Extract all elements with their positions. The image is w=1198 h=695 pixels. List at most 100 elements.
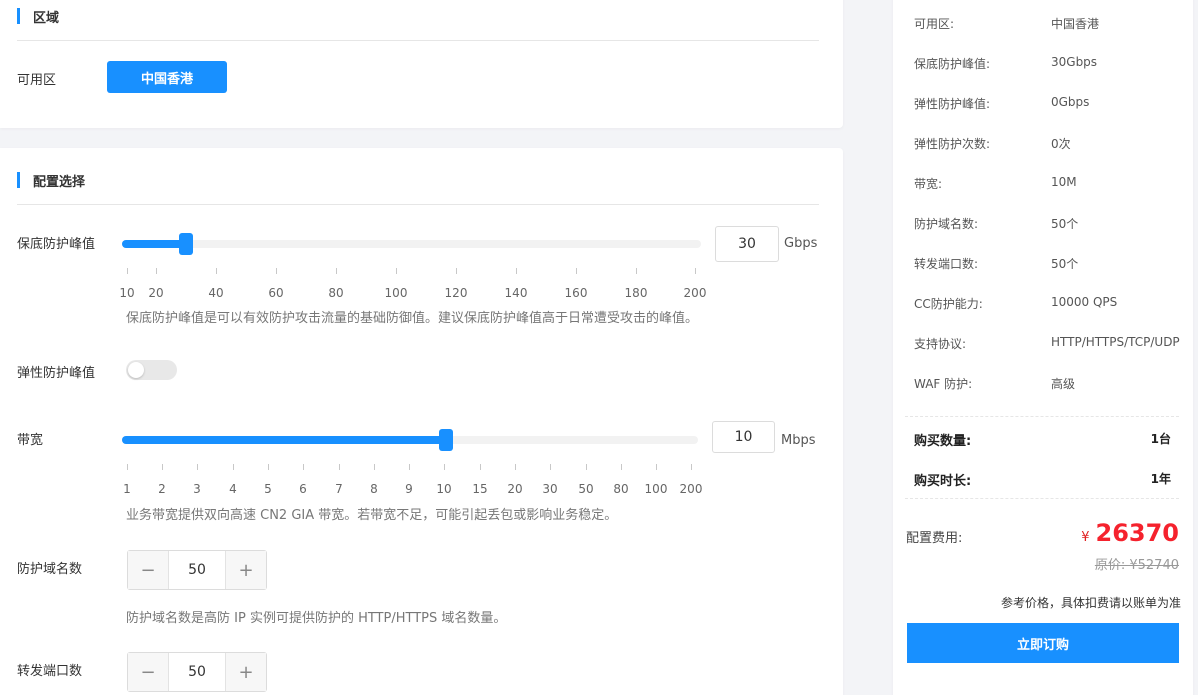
elastic-protection-toggle[interactable] xyxy=(126,360,177,380)
currency-symbol: ¥ xyxy=(1081,530,1090,545)
slider-tick-label: 120 xyxy=(444,286,468,300)
slider-tick xyxy=(276,268,277,274)
summary-row-key: 可用区: xyxy=(914,17,955,31)
slider-tick-label: 40 xyxy=(208,286,224,300)
domains-stepper: − 50 + xyxy=(127,550,267,590)
slider-tick xyxy=(621,464,622,470)
bandwidth-label: 带宽 xyxy=(17,433,44,448)
slider-tick-label: 3 xyxy=(193,482,201,496)
slider-tick-label: 160 xyxy=(564,286,588,300)
summary-divider xyxy=(905,498,1179,499)
slider-tick xyxy=(409,464,410,470)
slider-tick xyxy=(374,464,375,470)
base-protection-ticks: 10 20 40 60 80 100 120 140 160 180 200 xyxy=(119,268,706,300)
slider-tick xyxy=(339,464,340,470)
slider-tick-label: 80 xyxy=(613,482,629,496)
summary-row-value: HTTP/HTTPS/TCP/UDP xyxy=(1051,335,1180,349)
slider-tick xyxy=(516,268,517,274)
config-card: 配置选择 保底防护峰值 Gbps 10204060801001201401601… xyxy=(0,148,843,695)
slider-tick xyxy=(127,268,128,274)
slider-tick-label: 4 xyxy=(229,482,237,496)
zone-hongkong-button[interactable]: 中国香港 xyxy=(107,61,227,93)
region-card: 区域 可用区 中国香港 xyxy=(0,0,843,128)
slider-tick xyxy=(162,464,163,470)
quantity-label: 购买数量: xyxy=(914,434,972,449)
slider-tick-label: 30 xyxy=(542,482,558,496)
slider-tick-label: 80 xyxy=(328,286,344,300)
slider-tick-label: 6 xyxy=(299,482,307,496)
price-amount: 26370 xyxy=(1095,519,1180,547)
bandwidth-value-input[interactable] xyxy=(712,421,775,453)
bandwidth-slider-fill xyxy=(122,436,446,444)
domains-label: 防护域名数 xyxy=(17,562,83,577)
bandwidth-description: 业务带宽提供双向高速 CN2 GIA 带宽。若带宽不足，可能引起丢包或影响业务稳… xyxy=(126,508,618,523)
slider-tick-label: 7 xyxy=(335,482,343,496)
region-section-title: 区域 xyxy=(33,10,60,26)
slider-tick xyxy=(444,464,445,470)
price: ¥ 26370 xyxy=(1081,519,1179,547)
summary-row-key: 防护域名数: xyxy=(914,217,979,231)
slider-tick-label: 9 xyxy=(405,482,413,496)
base-protection-value-input[interactable] xyxy=(715,226,779,262)
region-divider xyxy=(17,40,819,41)
bandwidth-slider[interactable] xyxy=(122,429,698,451)
order-now-button[interactable]: 立即订购 xyxy=(907,623,1179,663)
ports-increment-button[interactable]: + xyxy=(226,653,266,691)
bandwidth-unit: Mbps xyxy=(781,433,816,448)
domains-decrement-button[interactable]: − xyxy=(128,551,168,589)
slider-tick xyxy=(156,268,157,274)
ports-decrement-button[interactable]: − xyxy=(128,653,168,691)
slider-tick-label: 2 xyxy=(158,482,166,496)
slider-tick-label: 20 xyxy=(507,482,523,496)
slider-tick-label: 100 xyxy=(644,482,668,496)
config-section-title: 配置选择 xyxy=(33,174,86,190)
summary-row-value: 中国香港 xyxy=(1051,17,1100,31)
slider-tick xyxy=(216,268,217,274)
slider-tick xyxy=(636,268,637,274)
summary-row-key: 支持协议: xyxy=(914,337,967,351)
slider-tick-label: 200 xyxy=(679,482,703,496)
slider-tick xyxy=(656,464,657,470)
bandwidth-slider-handle[interactable] xyxy=(439,429,453,451)
slider-tick xyxy=(515,464,516,470)
summary-row-key: 弹性防护峰值: xyxy=(914,97,991,111)
domains-increment-button[interactable]: + xyxy=(226,551,266,589)
bandwidth-ticks: 1 2 3 4 5 6 7 8 9 10 15 20 30 50 80 100 200 xyxy=(123,464,702,496)
summary-row-key: WAF 防护: xyxy=(914,377,973,391)
duration-value: 1年 xyxy=(1150,472,1171,486)
slider-tick xyxy=(456,268,457,274)
summary-row-key: 转发端口数: xyxy=(914,257,979,271)
summary-row-value: 30Gbps xyxy=(1051,55,1098,69)
config-divider xyxy=(17,204,819,205)
summary-row-value: 10M xyxy=(1051,175,1077,189)
slider-tick xyxy=(550,464,551,470)
duration-label: 购买时长: xyxy=(914,474,972,489)
zone-label: 可用区 xyxy=(17,73,57,88)
ports-value[interactable]: 50 xyxy=(168,653,226,691)
ports-label: 转发端口数 xyxy=(17,664,83,679)
summary-row-key: 带宽: xyxy=(914,177,943,191)
quantity-row: 购买数量: 1台 xyxy=(914,430,1171,449)
toggle-knob xyxy=(128,362,144,378)
slider-tick xyxy=(127,464,128,470)
duration-row: 购买时长: 1年 xyxy=(914,470,1171,489)
price-note: 参考价格，具体扣费请以账单为准 xyxy=(1000,596,1181,610)
slider-tick xyxy=(268,464,269,470)
slider-tick-label: 8 xyxy=(370,482,378,496)
slider-tick xyxy=(336,268,337,274)
base-protection-slider-handle[interactable] xyxy=(179,233,193,255)
slider-tick xyxy=(303,464,304,470)
config-section-header: 配置选择 xyxy=(17,172,86,190)
domains-value[interactable]: 50 xyxy=(168,551,226,589)
summary-row-key: 弹性防护次数: xyxy=(914,137,991,151)
quantity-value: 1台 xyxy=(1150,432,1171,446)
summary-row-value: 50个 xyxy=(1051,217,1079,231)
slider-tick-label: 50 xyxy=(578,482,594,496)
summary-row-value: 0次 xyxy=(1051,137,1071,151)
order-summary-card: 可用区: 中国香港 保底防护峰值: 30Gbps 弹性防护峰值: 0Gbps 弹性防护次数:… xyxy=(893,0,1193,695)
base-protection-description: 保底防护峰值是可以有效防护攻击流量的基础防御值。建议保底防护峰值高于日常遭受攻击… xyxy=(126,311,699,326)
base-protection-slider[interactable] xyxy=(122,233,701,255)
slider-tick xyxy=(586,464,587,470)
slider-tick xyxy=(233,464,234,470)
summary-row-key: 保底防护峰值: xyxy=(914,57,991,71)
